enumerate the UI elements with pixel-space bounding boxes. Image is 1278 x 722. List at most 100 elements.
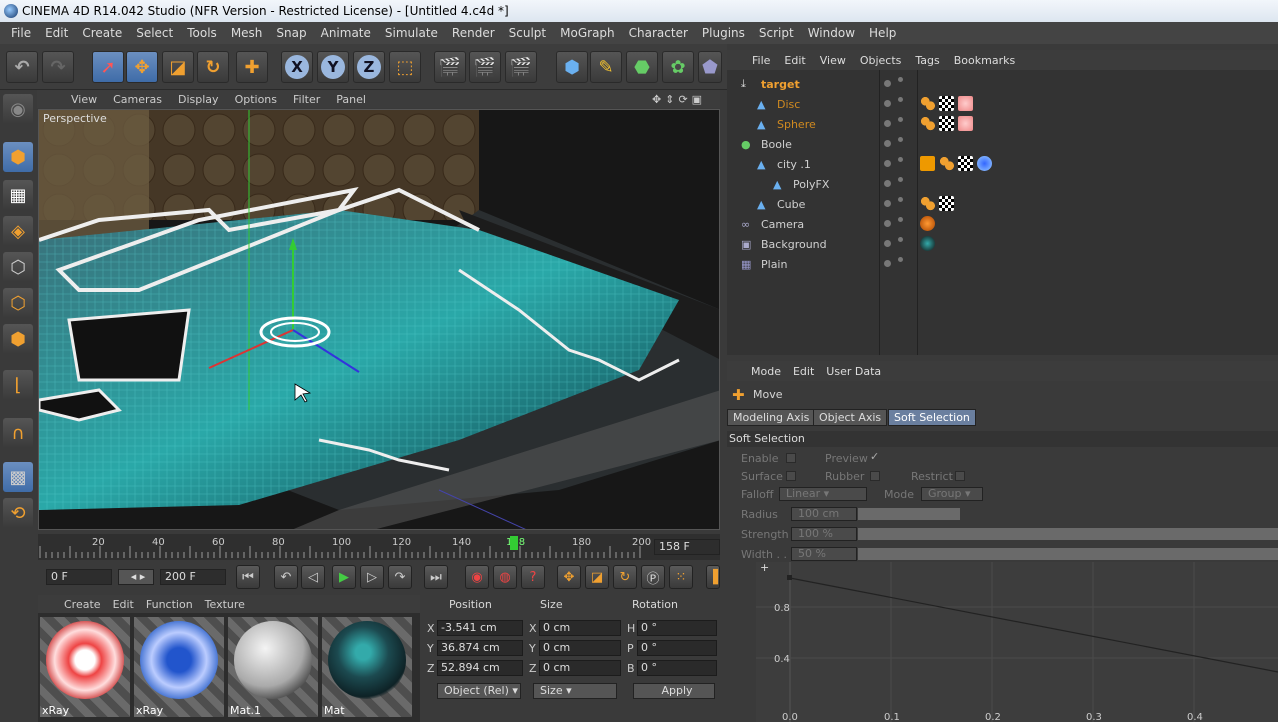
- visibility-dot[interactable]: [884, 160, 891, 167]
- subdivision-icon[interactable]: ⬣: [626, 51, 658, 83]
- object-tag-icon[interactable]: [920, 236, 935, 251]
- menu-edit[interactable]: Edit: [38, 26, 75, 40]
- render-settings-icon[interactable]: 🎬: [505, 51, 537, 83]
- key-parameter-icon[interactable]: Ⓟ: [641, 565, 665, 589]
- object-menu-bookmarks[interactable]: Bookmarks: [947, 54, 1022, 67]
- z-axis-lock-icon[interactable]: Z: [353, 51, 385, 83]
- auto-keying-icon[interactable]: ◍: [493, 565, 517, 589]
- mode-select[interactable]: Group ▾: [921, 487, 983, 501]
- strength-slider[interactable]: [858, 528, 1278, 540]
- radius-field[interactable]: 100 cm: [791, 507, 857, 521]
- record-keys-icon[interactable]: ◉: [465, 565, 489, 589]
- enable-checkbox[interactable]: [786, 453, 796, 463]
- spline-pen-icon[interactable]: ✎: [590, 51, 622, 83]
- object-row[interactable]: ▲ Cube: [727, 194, 1278, 214]
- menu-file[interactable]: File: [4, 26, 38, 40]
- object-name[interactable]: Disc: [777, 98, 800, 111]
- key-pla-icon[interactable]: ⁙: [669, 565, 693, 589]
- object-row[interactable]: ▲ Sphere: [727, 114, 1278, 134]
- keyframe-selection-icon[interactable]: ?: [521, 565, 545, 589]
- attribute-menu-mode[interactable]: Mode: [745, 365, 787, 378]
- snap-magnet-icon[interactable]: ∩: [3, 418, 33, 448]
- menu-script[interactable]: Script: [752, 26, 801, 40]
- viewport-menu-panel[interactable]: Panel: [328, 93, 374, 106]
- attribute-menu-edit[interactable]: Edit: [787, 365, 820, 378]
- tab-modeling-axis[interactable]: Modeling Axis: [727, 409, 816, 426]
- next-key-icon[interactable]: ↷: [388, 565, 412, 589]
- object-row[interactable]: ▣ Background: [727, 234, 1278, 254]
- size-field[interactable]: 0 cm: [539, 640, 621, 656]
- restrict-checkbox[interactable]: [955, 471, 965, 481]
- polygons-mode-icon[interactable]: ⬢: [3, 324, 33, 354]
- scale-tool-icon[interactable]: ◪: [162, 51, 194, 83]
- model-mode-icon[interactable]: ⬢: [3, 142, 33, 172]
- object-name[interactable]: Camera: [761, 218, 804, 231]
- object-row[interactable]: ● Boole: [727, 134, 1278, 154]
- live-selection-icon[interactable]: ➚: [92, 51, 124, 83]
- object-menu-objects[interactable]: Objects: [853, 54, 909, 67]
- width-field[interactable]: 50 %: [791, 547, 857, 561]
- edges-mode-icon[interactable]: ⬡: [3, 288, 33, 318]
- object-name[interactable]: Background: [761, 238, 827, 251]
- material-menu-texture[interactable]: Texture: [199, 598, 251, 611]
- width-slider[interactable]: [858, 548, 1278, 560]
- end-frame-field[interactable]: 200 F: [160, 569, 226, 585]
- render-picture-viewer-icon[interactable]: 🎬: [469, 51, 501, 83]
- toggle-views-icon[interactable]: ▣: [692, 93, 702, 106]
- visibility-dot[interactable]: [884, 140, 891, 147]
- render-dot[interactable]: [898, 77, 903, 82]
- rotation-field[interactable]: 0 °: [637, 620, 717, 636]
- object-tag-icon[interactable]: [958, 96, 973, 111]
- material-menu-function[interactable]: Function: [140, 598, 199, 611]
- object-name[interactable]: target: [761, 78, 800, 91]
- render-dot[interactable]: [898, 237, 903, 242]
- object-tag-icon[interactable]: [958, 116, 973, 131]
- undo-icon[interactable]: ↶: [6, 51, 38, 83]
- visibility-dot[interactable]: [884, 100, 891, 107]
- viewport-menu-view[interactable]: View: [63, 93, 105, 106]
- object-name[interactable]: Sphere: [777, 118, 816, 131]
- rubber-checkbox[interactable]: [870, 471, 880, 481]
- tab-object-axis[interactable]: Object Axis: [813, 409, 888, 426]
- menu-select[interactable]: Select: [129, 26, 180, 40]
- render-dot[interactable]: [898, 197, 903, 202]
- object-tag-icon[interactable]: [920, 216, 935, 231]
- object-menu-file[interactable]: File: [745, 54, 777, 67]
- create-tool-icon[interactable]: ✚: [236, 51, 268, 83]
- x-axis-lock-icon[interactable]: X: [281, 51, 313, 83]
- position-field[interactable]: 36.874 cm: [437, 640, 523, 656]
- deformer-icon[interactable]: ⬟: [698, 51, 722, 83]
- tab-soft-selection[interactable]: Soft Selection: [888, 409, 976, 426]
- y-axis-lock-icon[interactable]: Y: [317, 51, 349, 83]
- menu-render[interactable]: Render: [445, 26, 502, 40]
- size-field[interactable]: 0 cm: [539, 660, 621, 676]
- object-tag-icon[interactable]: [939, 96, 954, 111]
- visibility-dot[interactable]: [884, 80, 891, 87]
- pan-icon[interactable]: ✥: [652, 93, 661, 106]
- visibility-dot[interactable]: [884, 220, 891, 227]
- object-row[interactable]: ▦ Plain: [727, 254, 1278, 274]
- key-scale-icon[interactable]: ◪: [585, 565, 609, 589]
- render-view-icon[interactable]: 🎬: [434, 51, 466, 83]
- visibility-dot[interactable]: [884, 180, 891, 187]
- timeline-ruler[interactable]: 20406080100120140158180200 158 F: [38, 534, 720, 560]
- current-frame-field[interactable]: 158 F: [654, 539, 720, 555]
- object-tag-icon[interactable]: [920, 96, 935, 111]
- menu-mograph[interactable]: MoGraph: [553, 26, 622, 40]
- menu-create[interactable]: Create: [75, 26, 129, 40]
- workplane-mode-icon[interactable]: ◈: [3, 216, 33, 246]
- size-mode-select[interactable]: Size ▾: [533, 683, 617, 699]
- object-row[interactable]: ▲ Disc: [727, 94, 1278, 114]
- render-dot[interactable]: [898, 137, 903, 142]
- object-menu-view[interactable]: View: [813, 54, 853, 67]
- go-to-start-icon[interactable]: ⏮: [236, 565, 260, 589]
- object-tag-icon[interactable]: [939, 116, 954, 131]
- object-menu-edit[interactable]: Edit: [777, 54, 812, 67]
- render-dot[interactable]: [898, 97, 903, 102]
- visibility-dot[interactable]: [884, 260, 891, 267]
- render-dot[interactable]: [898, 157, 903, 162]
- menu-plugins[interactable]: Plugins: [695, 26, 752, 40]
- rotate-view-icon[interactable]: ⟳: [678, 93, 687, 106]
- object-tag-icon[interactable]: [939, 156, 954, 171]
- material-menu-create[interactable]: Create: [58, 598, 107, 611]
